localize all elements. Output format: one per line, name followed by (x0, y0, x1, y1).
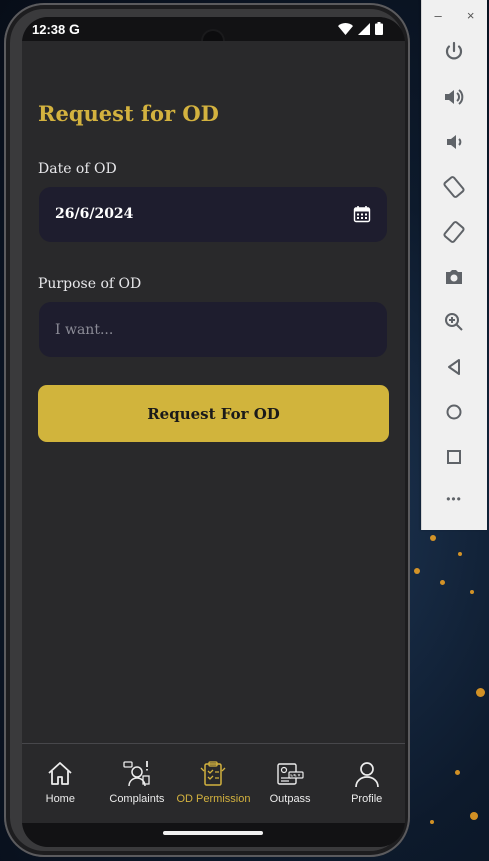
page-title: Request for OD (38, 101, 219, 126)
od-request-screen: Request for OD Date of OD 26/6/2024 Purp… (22, 41, 405, 743)
more-options-icon[interactable]: ••• (442, 492, 466, 516)
back-icon[interactable] (442, 355, 466, 379)
date-value: 26/6/2024 (55, 206, 134, 222)
nav-item-od-permission[interactable]: OD Permission (175, 744, 252, 824)
gesture-handle[interactable] (163, 831, 263, 835)
outpass-icon (277, 763, 304, 785)
status-time: 12:38 (32, 22, 66, 37)
nav-label-profile: Profile (351, 793, 383, 805)
home-circle-icon[interactable] (442, 400, 466, 424)
nav-label-home: Home (45, 793, 75, 805)
complaints-icon (123, 761, 150, 787)
nav-label-complaints: Complaints (109, 793, 165, 805)
minimize-button[interactable]: – (435, 8, 442, 23)
od-permission-icon (201, 761, 226, 786)
close-button[interactable]: × (467, 8, 475, 23)
date-field[interactable]: 26/6/2024 (39, 187, 387, 242)
purpose-label: Purpose of OD (38, 276, 142, 292)
gesture-bar (22, 823, 405, 847)
nav-item-complaints[interactable]: Complaints (99, 744, 176, 824)
google-icon: G (69, 21, 80, 37)
camera-icon[interactable] (442, 265, 466, 289)
device-screen: 12:38 G Request for OD Date of OD 26/6/2… (22, 17, 405, 847)
rotate-left-icon[interactable] (442, 175, 466, 199)
wifi-icon (338, 22, 353, 35)
purpose-field (39, 302, 387, 357)
nav-label-outpass: Outpass (269, 793, 311, 805)
volume-up-icon[interactable] (442, 85, 466, 109)
nav-item-outpass[interactable]: Outpass (252, 744, 329, 824)
nav-item-profile[interactable]: Profile (328, 744, 405, 824)
nav-label-od-permission: OD Permission (176, 793, 251, 805)
date-label: Date of OD (38, 161, 117, 177)
power-icon[interactable] (442, 40, 466, 64)
calendar-icon[interactable] (353, 205, 371, 223)
nav-item-home[interactable]: Home (22, 744, 99, 824)
request-od-button[interactable]: Request For OD (38, 385, 389, 442)
battery-icon (375, 22, 383, 35)
signal-icon (358, 22, 370, 35)
status-bar: 12:38 G (22, 17, 405, 51)
emulator-toolbar: – × ••• (421, 0, 487, 530)
rotate-right-icon[interactable] (442, 220, 466, 244)
overview-square-icon[interactable] (442, 445, 466, 469)
zoom-icon[interactable] (442, 310, 466, 334)
purpose-input[interactable] (39, 302, 387, 357)
home-icon (48, 762, 72, 785)
bottom-navigation: Home Complaints OD Permission Outpass Pr… (22, 743, 405, 824)
phone-frame: 12:38 G Request for OD Date of OD 26/6/2… (4, 3, 410, 857)
profile-icon (354, 762, 379, 788)
volume-down-icon[interactable] (442, 130, 466, 154)
